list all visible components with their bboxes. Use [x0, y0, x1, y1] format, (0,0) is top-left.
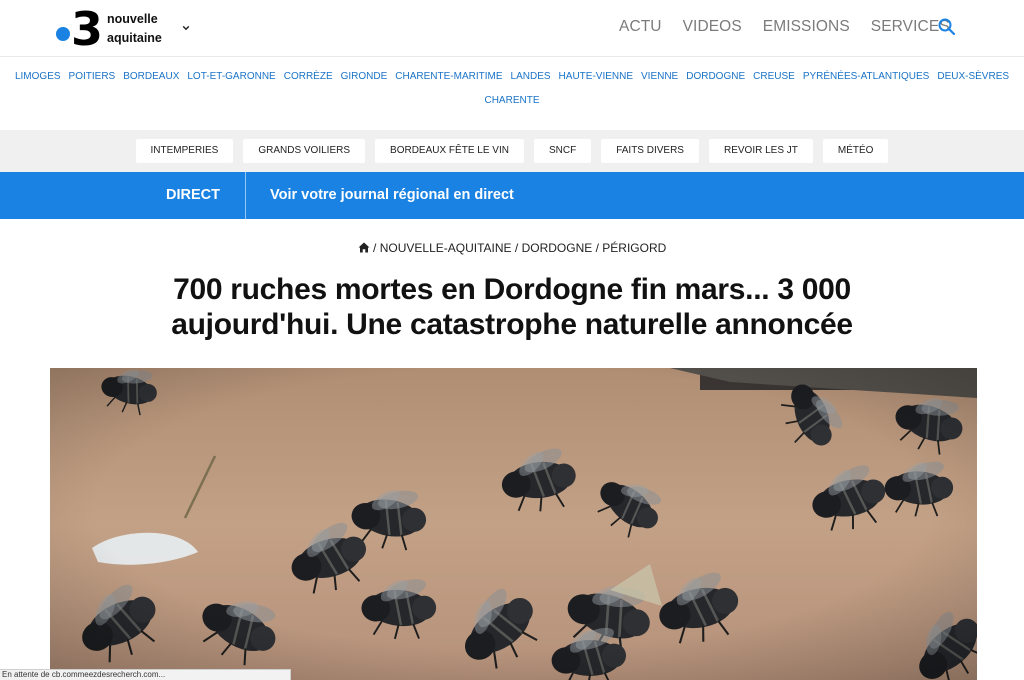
regions-nav: LIMOGES POITIERS BORDEAUX LOT-ET-GARONNE COR…	[0, 64, 1024, 112]
tag-grands-voiliers[interactable]: GRANDS VOILIERS	[243, 139, 366, 163]
main-nav: ACTU VIDEOS EMISSIONS SERVICES	[619, 18, 950, 36]
logo-dot	[56, 27, 70, 41]
tag-bordeaux-fete-le-vin[interactable]: BORDEAUX FÊTE LE VIN	[375, 139, 524, 163]
live-banner: DIRECT Voir votre journal régional en di…	[0, 172, 1024, 219]
breadcrumb-separator: /	[373, 241, 377, 255]
tag-sncf[interactable]: SNCF	[533, 139, 592, 163]
region-link[interactable]: CHARENTE-MARITIME	[395, 66, 502, 88]
article-title: 700 ruches mortes en Dordogne fin mars..…	[171, 273, 853, 341]
region-link[interactable]: BORDEAUX	[123, 66, 179, 88]
logo-number: 3	[71, 2, 103, 56]
region-link[interactable]: DEUX-SÈVRES	[937, 66, 1009, 88]
tag-intemperies[interactable]: INTEMPERIES	[135, 139, 234, 163]
article-photo	[50, 368, 977, 680]
breadcrumb-nouvelle-aquitaine[interactable]: NOUVELLE-AQUITAINE	[380, 241, 512, 255]
breadcrumb-separator: /	[514, 241, 519, 255]
logo-line-2: aquitaine	[107, 31, 162, 45]
search-icon[interactable]	[937, 17, 957, 37]
breadcrumb-separator: /	[595, 241, 599, 255]
region-link[interactable]: LOT-ET-GARONNE	[187, 66, 275, 88]
breadcrumb: / NOUVELLE-AQUITAINE / DORDOGNE / PÉRIGO…	[0, 241, 1024, 255]
region-link[interactable]: CORRÈZE	[284, 66, 333, 88]
dead-bees-image	[50, 368, 977, 680]
site-header: 3 nouvelle aquitaine ACTU VIDEOS EMISSIO…	[0, 0, 1024, 57]
region-link[interactable]: CHARENTE	[484, 90, 539, 112]
tag-revoir-les-jt[interactable]: REVOIR LES JT	[708, 139, 813, 163]
live-label[interactable]: DIRECT	[166, 172, 220, 219]
breadcrumb-dordogne[interactable]: DORDOGNE	[522, 241, 593, 255]
region-link[interactable]: VIENNE	[641, 66, 678, 88]
region-link[interactable]: LANDES	[511, 66, 551, 88]
region-link[interactable]: PYRÉNÉES-ATLANTIQUES	[803, 66, 930, 88]
site-logo[interactable]: 3 nouvelle aquitaine	[56, 2, 162, 56]
browser-status-bar: En attente de cb.commeezdesrecherch.com.…	[0, 669, 291, 680]
logo-text: nouvelle aquitaine	[107, 10, 162, 48]
region-link[interactable]: DORDOGNE	[686, 66, 745, 88]
nav-actu[interactable]: ACTU	[619, 18, 662, 36]
region-link[interactable]: CREUSE	[753, 66, 795, 88]
region-link[interactable]: POITIERS	[69, 66, 116, 88]
nav-videos[interactable]: VIDEOS	[683, 18, 742, 36]
region-link[interactable]: GIRONDE	[341, 66, 388, 88]
topic-tags-bar: INTEMPERIES GRANDS VOILIERS BORDEAUX FÊT…	[0, 130, 1024, 172]
live-divider	[245, 172, 246, 219]
logo-line-1: nouvelle	[107, 12, 158, 26]
chevron-down-icon[interactable]	[182, 24, 190, 32]
home-icon[interactable]	[358, 242, 370, 253]
live-link[interactable]: Voir votre journal régional en direct	[270, 172, 514, 219]
nav-emissions[interactable]: EMISSIONS	[763, 18, 850, 36]
region-link[interactable]: LIMOGES	[15, 66, 61, 88]
tag-meteo[interactable]: MÉTÉO	[822, 139, 889, 163]
breadcrumb-perigord[interactable]: PÉRIGORD	[602, 241, 666, 255]
region-link[interactable]: HAUTE-VIENNE	[559, 66, 633, 88]
tag-faits-divers[interactable]: FAITS DIVERS	[601, 139, 699, 163]
